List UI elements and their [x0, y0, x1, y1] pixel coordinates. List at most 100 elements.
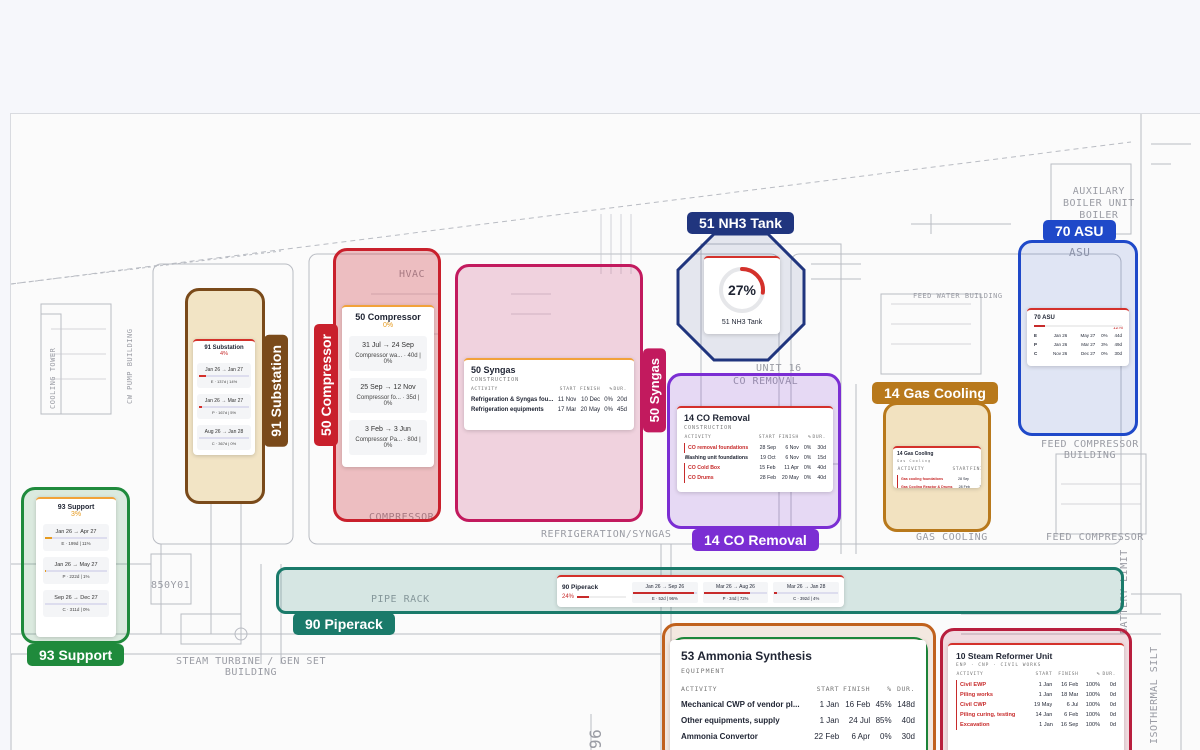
schedule-item[interactable]: 3 Feb → 3 Jun Compressor Pa... · 80d | 0%: [349, 420, 427, 455]
table-cell: Civil EWP: [955, 680, 1026, 690]
table-row[interactable]: Excavation 1 Jan 16 Sep 100% 0d: [955, 720, 1116, 730]
card-51-nh3-tank[interactable]: 27% 51 NH3 Tank: [704, 256, 780, 334]
zone-tag-91-substation[interactable]: 91 Substation: [264, 335, 288, 447]
zone-tag-70-asu[interactable]: 70 ASU: [1043, 220, 1116, 242]
schedule-item[interactable]: Jan 26 → Mar 27 P · 167d | 5%: [197, 394, 251, 419]
table-row[interactable]: Refrigeration equipments 17 Mar 20 May 0% 45…: [471, 405, 627, 415]
schedule-item[interactable]: Jan 26 → Jan 27 E · 137d | 14%: [197, 363, 251, 388]
syngas-table: ACTIVITY START FINISH% DUR. Refrigeration &…: [471, 387, 627, 415]
card-14-co-removal[interactable]: 14 CO Removal CONSTRUCTION ACTIVITY START…: [677, 406, 833, 492]
zone-tag-51-nh3-tank[interactable]: 51 NH3 Tank: [687, 212, 794, 234]
table-cell: 6 Jul: [1066, 702, 1079, 708]
zone-tag-90-piperack[interactable]: 90 Piperack: [293, 613, 395, 635]
table-header: ACTIVITY: [684, 435, 712, 440]
table-cell: 6 Nov: [970, 475, 982, 483]
table-cell: CO Drums: [683, 473, 754, 483]
table-header: ACTIVITY: [681, 685, 718, 693]
table-row[interactable]: Gas cooling foundations28 Sep6 Nov0%30d: [896, 475, 982, 483]
schedule-item[interactable]: 31 Jul → 24 Sep Compressor wa... · 40d | …: [349, 336, 427, 371]
card-10-steam-reformer[interactable]: 10 Steam Reformer Unit ENP · CNP · CIVIL…: [948, 643, 1124, 750]
table-row[interactable]: C Nov 26 Dec 27 0% 30d: [1034, 349, 1122, 358]
table-header: START: [1035, 672, 1053, 677]
piperack-item[interactable]: Jan 26 → Sep 26 E · 52d | 96%: [632, 581, 698, 603]
card-progress: [1034, 325, 1122, 327]
plan-label-feed-compressor: FEED COMPRESSOR: [1046, 532, 1144, 543]
card-14-gas-cooling[interactable]: 14 Gas Cooling Gas Cooling ACTIVITY START…: [893, 446, 981, 488]
schedule-item[interactable]: Jan 26 → May 27 P · 222d | 1%: [43, 557, 109, 584]
table-header: DUR.: [613, 387, 627, 392]
table-cell: 30d: [817, 445, 826, 451]
table-row[interactable]: Refrigeration & Syngas fou... 11 Nov 10 De…: [471, 395, 627, 405]
card-title: 90 Piperack: [562, 584, 599, 591]
table-header: FINISH: [778, 435, 799, 440]
zone-tag-93-support[interactable]: 93 Support: [27, 644, 125, 666]
table-row[interactable]: Piling curing, testing 14 Jan 6 Feb 100% 0d: [955, 710, 1116, 720]
card-pct: 24%: [562, 594, 575, 600]
table-cell: 1 Jan: [1039, 722, 1053, 728]
card-53-ammonia-synthesis[interactable]: 53 Ammonia Synthesis EQUIPMENT ACTIVITY S…: [670, 640, 926, 750]
table-row[interactable]: Gas Cooling Reactor & Drums28 Feb10 Jun0…: [896, 483, 981, 488]
schedule-dates: Jan 26 → Jan 27: [205, 367, 243, 373]
zone-tag-50-syngas[interactable]: 50 Syngas: [643, 348, 666, 433]
table-header: %: [609, 387, 613, 392]
card-title: 53 Ammonia Synthesis: [681, 649, 812, 663]
table-row[interactable]: Civil CWP 19 May 6 Jul 100% 0d: [955, 700, 1116, 710]
schedule-dates: Aug 26 → Jan 28: [204, 429, 244, 435]
table-cell: Refrigeration equipments: [471, 407, 544, 413]
nh3-progress-ring: 27%: [719, 267, 765, 313]
schedule-item[interactable]: Aug 26 → Jan 28 C · 367d | 0%: [197, 425, 251, 450]
table-row[interactable]: Piling works 1 Jan 18 Mar 100% 0d: [955, 690, 1116, 700]
zone-tag-14-gas-cooling[interactable]: 14 Gas Cooling: [872, 382, 998, 404]
table-row[interactable]: Mechanical CWP of vendor pl... 1 Jan 16 Fe…: [681, 696, 915, 712]
table-cell: 0%: [803, 475, 812, 481]
table-cell: Excavation: [955, 720, 1026, 730]
schedule-item[interactable]: Jan 26 → Apr 27 E · 199d | 11%: [43, 524, 109, 551]
table-cell: 0d: [1109, 702, 1116, 708]
table-row[interactable]: Ammonia Convertor 22 Feb 6 Apr 0% 30d: [681, 728, 915, 744]
table-header: %: [887, 685, 892, 693]
table-cell: 6 Nov: [785, 455, 799, 461]
table-cell: Mar 27: [1081, 341, 1096, 347]
co-table: ACTIVITY START FINISH% DUR. CO removal foun…: [683, 435, 827, 483]
table-row[interactable]: Other equipments, supply 1 Jan 24 Jul 85% 40…: [681, 712, 915, 728]
zone-tag-14-co-removal[interactable]: 14 CO Removal: [692, 529, 819, 551]
table-cell: Ammonia Convertor: [681, 731, 758, 741]
table-cell: 11 Apr: [784, 465, 799, 471]
schedule-item[interactable]: 25 Sep → 12 Nov Compressor fo... · 35d | …: [349, 378, 427, 413]
table-cell: 0%: [803, 455, 812, 461]
card-50-compressor[interactable]: 50 Compressor 0% 31 Jul → 24 Sep Compress…: [342, 305, 434, 467]
table-cell: 1 Jan: [1038, 682, 1053, 688]
piperack-item[interactable]: Mar 26 → Jan 28 C · 392d | 4%: [773, 581, 840, 603]
schedule-meta: C · 392d | 4%: [793, 595, 820, 601]
zone-tag-50-compressor[interactable]: 50 Compressor: [314, 324, 338, 446]
table-row[interactable]: Washing unit foundations 19 Oct 6 Nov 0% 15d: [685, 453, 827, 463]
table-cell: 0%: [604, 407, 613, 413]
table-cell: 30d: [901, 731, 915, 741]
table-cell: 28 Feb: [958, 485, 970, 488]
table-cell: 44d: [1114, 332, 1122, 338]
card-93-support[interactable]: 93 Support 3% Jan 26 → Apr 27 E · 199d | …: [36, 497, 116, 637]
card-70-asu[interactable]: 70 ASU 12% E Jan 26 May 27 0% 44d P Jan 26 Mar …: [1027, 308, 1129, 366]
table-row[interactable]: CO removal foundations 28 Sep 6 Nov 0% 30d: [683, 443, 826, 453]
table-cell: 11 Nov: [557, 397, 577, 403]
table-cell: 6 Nov: [785, 445, 799, 451]
table-row[interactable]: CO Cold Box 15 Feb 11 Apr 0% 40d: [683, 463, 826, 473]
plan-label-feed-compressor-building: FEED COMPRESSOR BUILDING: [1041, 439, 1139, 461]
nh3-progress-label: 27%: [728, 282, 757, 298]
table-cell: CO removal foundations: [683, 443, 754, 453]
table-row[interactable]: CO Drums 28 Feb 20 May 0% 40d: [683, 473, 826, 483]
card-91-substation[interactable]: 91 Substation 4% Jan 26 → Jan 27 E · 137d…: [193, 339, 255, 455]
table-header: DUR.: [896, 685, 915, 693]
schedule-progress: [633, 591, 697, 594]
card-90-piperack[interactable]: 90 Piperack 24% Jan 26 → Sep 26 E · 52d |…: [557, 575, 844, 607]
schedule-meta: Compressor wa... · 40d | 0%: [355, 353, 421, 365]
plan-label-gas-cooling: GAS COOLING: [916, 532, 988, 543]
piperack-item[interactable]: Mar 26 → Aug 26 P · 34d | 72%: [702, 581, 769, 603]
schedule-dates: Jan 26 → Apr 27: [55, 529, 97, 535]
table-row[interactable]: E Jan 26 May 27 0% 44d: [1034, 331, 1122, 340]
schedule-item[interactable]: Sep 26 → Dec 27 C · 311d | 0%: [43, 590, 109, 617]
table-row[interactable]: P Jan 26 Mar 27 3% 49d: [1034, 340, 1122, 349]
table-row[interactable]: Civil EWP 1 Jan 16 Feb 100% 0d: [955, 680, 1116, 690]
plan-label-isothermal: ISOTHERMAL SILT: [1149, 646, 1160, 744]
card-50-syngas[interactable]: 50 Syngas CONSTRUCTION ACTIVITY START FINI…: [464, 358, 634, 430]
